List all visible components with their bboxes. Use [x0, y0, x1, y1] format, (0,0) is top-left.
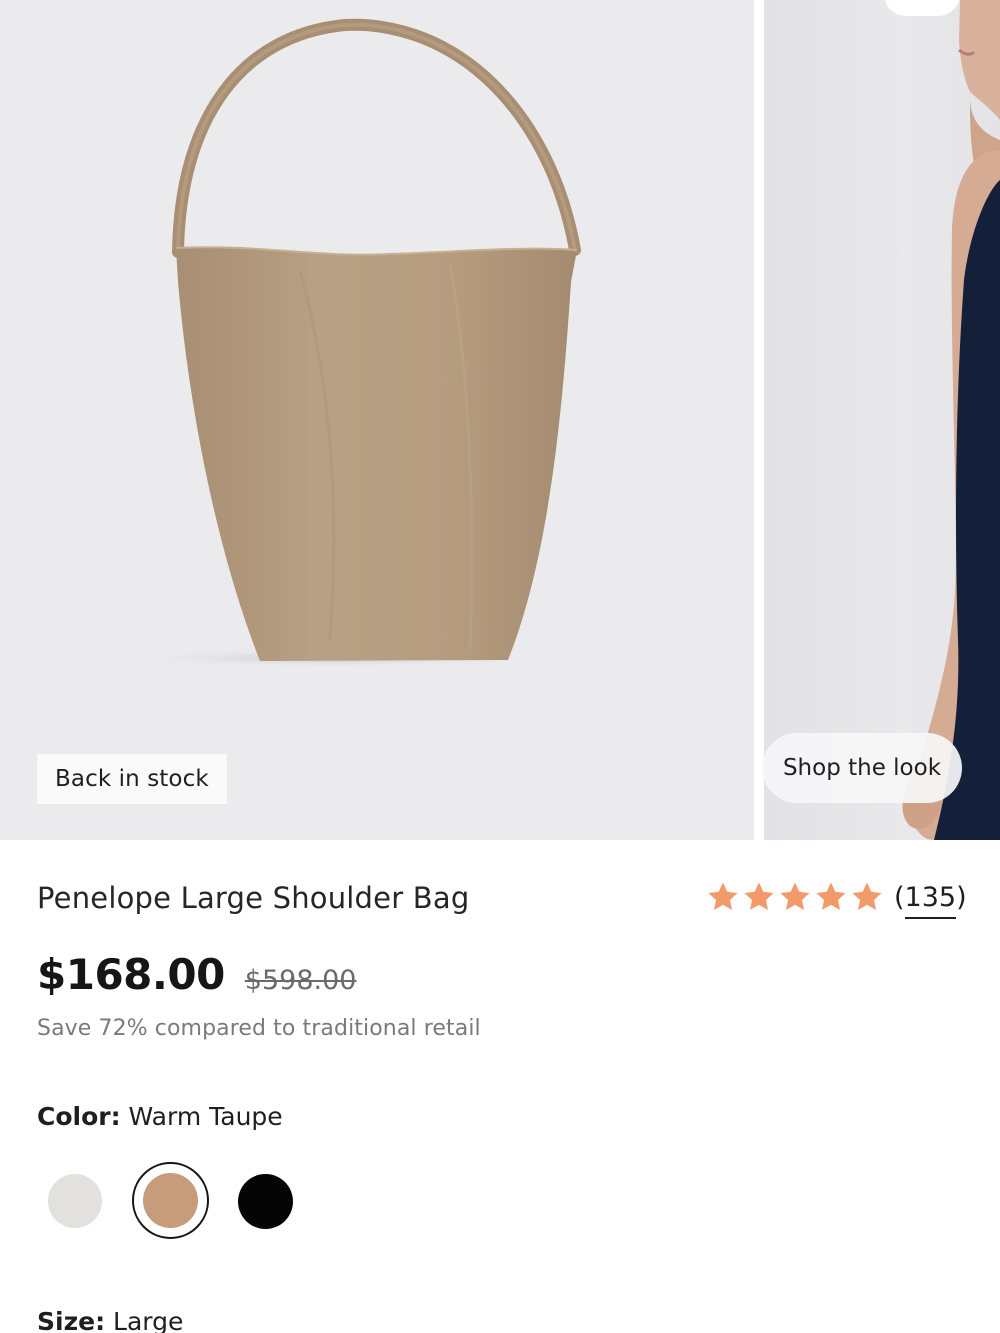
star-icon — [780, 882, 810, 911]
star-icon — [852, 882, 882, 911]
size-label: Size: — [37, 1307, 106, 1333]
product-image-gallery[interactable]: Back in stock Shop the look — [0, 0, 1000, 840]
shop-the-look-button[interactable]: Shop the look — [762, 733, 962, 803]
color-label: Color: — [37, 1102, 121, 1131]
color-swatch-warm-taupe[interactable] — [143, 1173, 198, 1228]
color-swatch-black[interactable] — [238, 1174, 293, 1229]
price-row: $168.00 $598.00 — [37, 950, 356, 999]
product-image-main[interactable]: Back in stock — [0, 0, 754, 840]
back-in-stock-badge: Back in stock — [37, 754, 227, 804]
review-count-underline — [905, 916, 956, 919]
review-count-text: (135) — [894, 881, 967, 913]
savings-text: Save 72% compared to traditional retail — [37, 1016, 481, 1041]
color-value: Warm Taupe — [128, 1102, 283, 1131]
product-rating[interactable]: (135) — [706, 880, 967, 919]
star-icon — [744, 882, 774, 911]
color-swatch-light-gray[interactable] — [48, 1174, 102, 1228]
product-title: Penelope Large Shoulder Bag — [37, 881, 470, 915]
bag-illustration — [120, 18, 581, 668]
rating-stars — [706, 880, 886, 914]
model-illustration — [902, 0, 1000, 840]
star-icon — [816, 882, 846, 911]
star-icon — [708, 882, 738, 911]
size-selector-label: Size: Large — [37, 1307, 183, 1333]
original-price: $598.00 — [244, 965, 357, 996]
sale-price: $168.00 — [37, 950, 225, 999]
product-image-model[interactable] — [764, 0, 1000, 840]
color-swatches — [46, 1162, 306, 1240]
color-selector-label: Color: Warm Taupe — [37, 1102, 283, 1131]
review-count-link[interactable]: (135) — [894, 881, 967, 919]
size-value: Large — [113, 1307, 184, 1333]
